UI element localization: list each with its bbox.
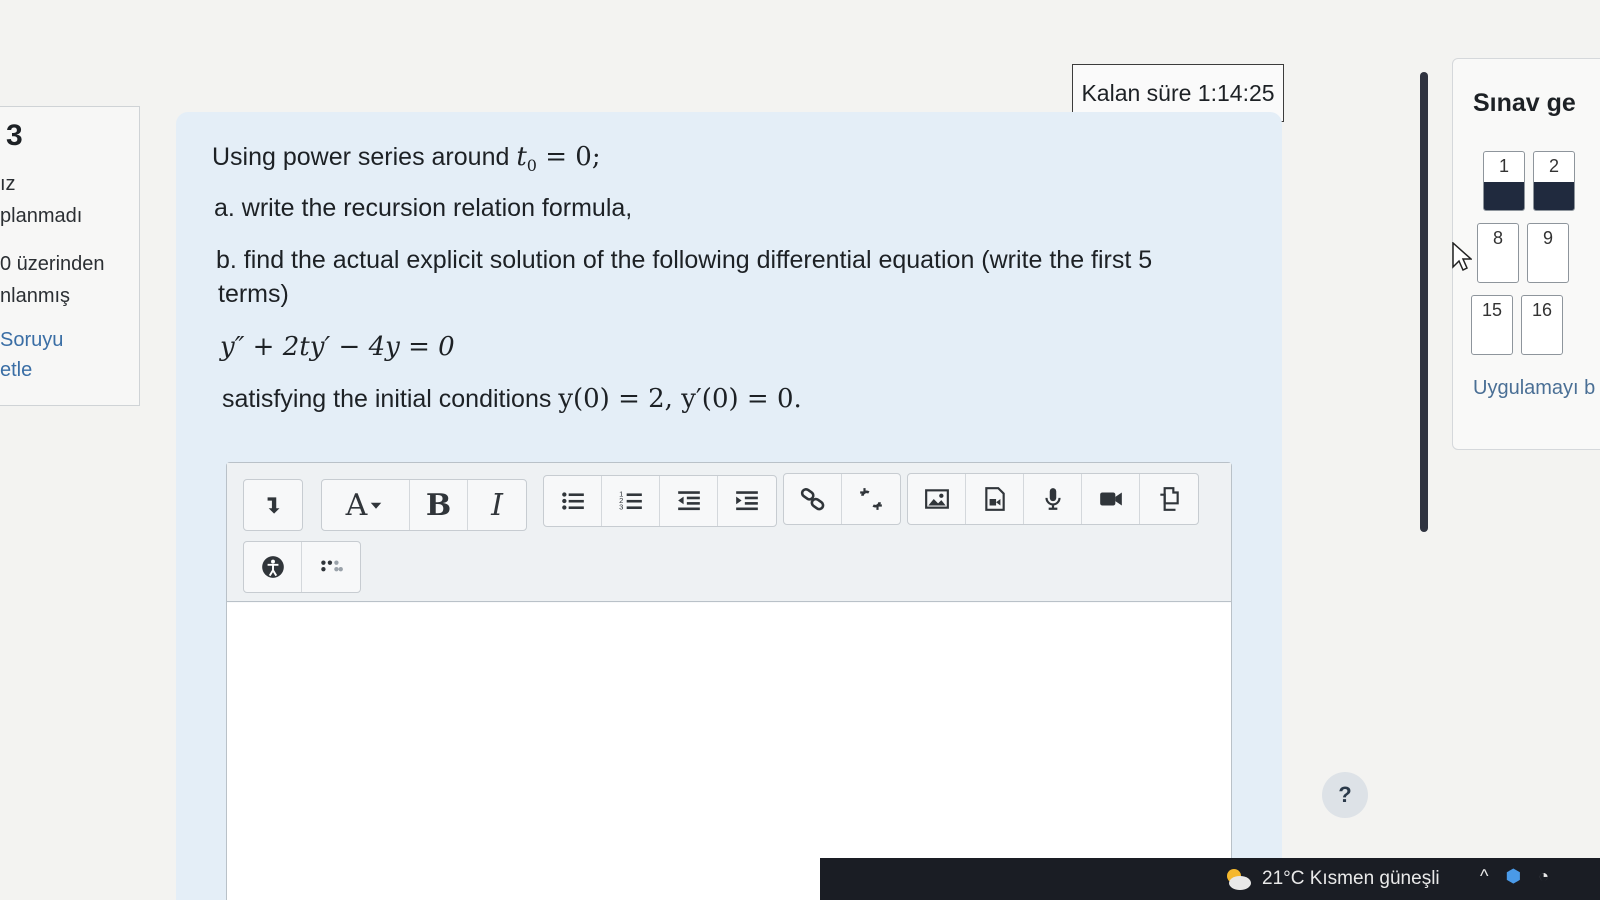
- manage-files-button[interactable]: [1140, 474, 1198, 524]
- cell-number: 1: [1498, 156, 1509, 176]
- image-icon: [924, 489, 949, 509]
- record-video-icon: [1099, 492, 1122, 506]
- quiz-navigation-panel: Sınav ge 1 2 8 9 15 16 Uygulamayı b: [1452, 58, 1600, 450]
- network-icon[interactable]: ◔: [1538, 866, 1549, 886]
- finish-attempt-link[interactable]: Uygulamayı b: [1473, 377, 1595, 400]
- toolbar-group-accessibility: [243, 541, 361, 593]
- toolbar-group-style: A B I: [321, 479, 527, 531]
- question-grade-cont: nlanmış: [0, 285, 71, 307]
- quiz-nav-cell[interactable]: 1: [1483, 151, 1525, 211]
- toolbar-group-links: [783, 473, 901, 525]
- answered-indicator: [1484, 182, 1524, 210]
- screenreader-helper-button[interactable]: [302, 542, 360, 592]
- condition-text: satisfying the initial conditions: [222, 385, 552, 413]
- quiz-nav-cell[interactable]: 8: [1477, 223, 1519, 283]
- italic-button[interactable]: I: [468, 480, 526, 530]
- question-status: planmadı: [0, 205, 83, 227]
- accessibility-checker-icon: [261, 556, 284, 578]
- weather-partly-sunny-icon: [1227, 869, 1251, 890]
- font-style-icon: A: [345, 487, 368, 523]
- unlink-button[interactable]: [842, 474, 900, 524]
- bold-icon: B: [425, 487, 452, 523]
- question-grade: 0 üzerinden: [0, 253, 105, 275]
- mouse-cursor-icon: [1452, 242, 1472, 272]
- font-style-button[interactable]: A: [322, 480, 410, 530]
- cell-number: 15: [1481, 300, 1503, 320]
- record-audio-icon: [1044, 488, 1061, 510]
- help-button[interactable]: ?: [1322, 772, 1368, 818]
- quiz-nav-cell[interactable]: 15: [1471, 295, 1513, 355]
- ordered-list-icon: 123: [619, 490, 642, 512]
- outdent-icon: [677, 491, 700, 511]
- quiz-navigation-title: Sınav ge: [1473, 89, 1576, 117]
- image-button[interactable]: [908, 474, 966, 524]
- question-intro: Using power series around t0 = 0;: [212, 142, 601, 175]
- differential-equation: y″ + 2ty′ − 4y = 0: [220, 332, 455, 362]
- cell-number: 16: [1531, 300, 1553, 320]
- record-audio-button[interactable]: [1024, 474, 1082, 524]
- intro-subscript: 0: [526, 156, 537, 176]
- initial-conditions: satisfying the initial conditions y(0) =…: [222, 384, 802, 414]
- unlink-icon: [860, 488, 882, 510]
- weather-widget[interactable]: 21°C Kısmen güneşli: [1262, 868, 1440, 890]
- question-part-b: b. find the actual explicit solution of …: [216, 246, 1153, 274]
- quiz-page: 3 ız planmadı 0 üzerinden nlanmış Soruyu…: [0, 0, 1600, 900]
- question-info-panel: 3 ız planmadı 0 üzerinden nlanmış Soruyu…: [0, 106, 140, 406]
- system-tray: ^ ⬢ ◔: [1480, 866, 1561, 887]
- bold-button[interactable]: B: [410, 480, 468, 530]
- unordered-list-icon: [561, 492, 584, 510]
- chevron-down-icon: [371, 502, 382, 509]
- quiz-nav-cell[interactable]: 9: [1527, 223, 1569, 283]
- link-icon: [800, 488, 824, 511]
- answer-text-area[interactable]: [227, 603, 1231, 900]
- ordered-list-button[interactable]: 123: [602, 476, 660, 526]
- flag-question-link[interactable]: Soruyu: [0, 329, 63, 352]
- record-video-button[interactable]: [1082, 474, 1140, 524]
- accessibility-checker-button[interactable]: [244, 542, 302, 592]
- question-number: 3: [6, 119, 23, 152]
- intro-variable: t: [516, 142, 527, 172]
- indent-icon: [736, 491, 758, 511]
- answer-editor: A B I 123: [226, 462, 1232, 900]
- intro-text: Using power series around: [212, 143, 510, 171]
- intro-equals: = 0;: [536, 142, 601, 172]
- quiz-nav-cell[interactable]: 2: [1533, 151, 1575, 211]
- expand-toolbar-icon: [267, 497, 280, 514]
- question-part-b-cont: terms): [218, 280, 289, 308]
- intro-math: t0 = 0;: [516, 142, 601, 176]
- expand-toolbar-button[interactable]: [244, 480, 302, 530]
- answered-indicator: [1534, 182, 1574, 210]
- toolbar-group-collapse: [243, 479, 303, 531]
- cell-number: 2: [1548, 156, 1559, 176]
- question-part-a: a. write the recursion relation formula,: [214, 194, 633, 222]
- drawer-divider: [1420, 72, 1428, 532]
- chevron-up-icon[interactable]: ^: [1480, 866, 1488, 886]
- media-icon: [984, 487, 1005, 511]
- italic-icon: I: [491, 487, 503, 523]
- manage-files-icon: [1160, 487, 1179, 511]
- bluetooth-icon[interactable]: ⬢: [1505, 866, 1521, 886]
- cell-number: 9: [1542, 228, 1553, 248]
- flag-question-link-cont[interactable]: etle: [0, 359, 32, 382]
- svg-text:3: 3: [619, 503, 623, 512]
- indent-button[interactable]: [718, 476, 776, 526]
- outdent-button[interactable]: [660, 476, 718, 526]
- editor-toolbar: A B I 123: [227, 463, 1231, 602]
- quiz-nav-cell[interactable]: 16: [1521, 295, 1563, 355]
- question-status-partial: ız: [0, 173, 16, 195]
- toolbar-group-media: [907, 473, 1199, 525]
- cell-number: 8: [1492, 228, 1503, 248]
- screenreader-helper-icon: [321, 560, 343, 572]
- condition-math: y(0) = 2, y′(0) = 0.: [558, 384, 802, 414]
- unordered-list-button[interactable]: [544, 476, 602, 526]
- link-button[interactable]: [784, 474, 842, 524]
- toolbar-group-lists: 123: [543, 475, 777, 527]
- media-button[interactable]: [966, 474, 1024, 524]
